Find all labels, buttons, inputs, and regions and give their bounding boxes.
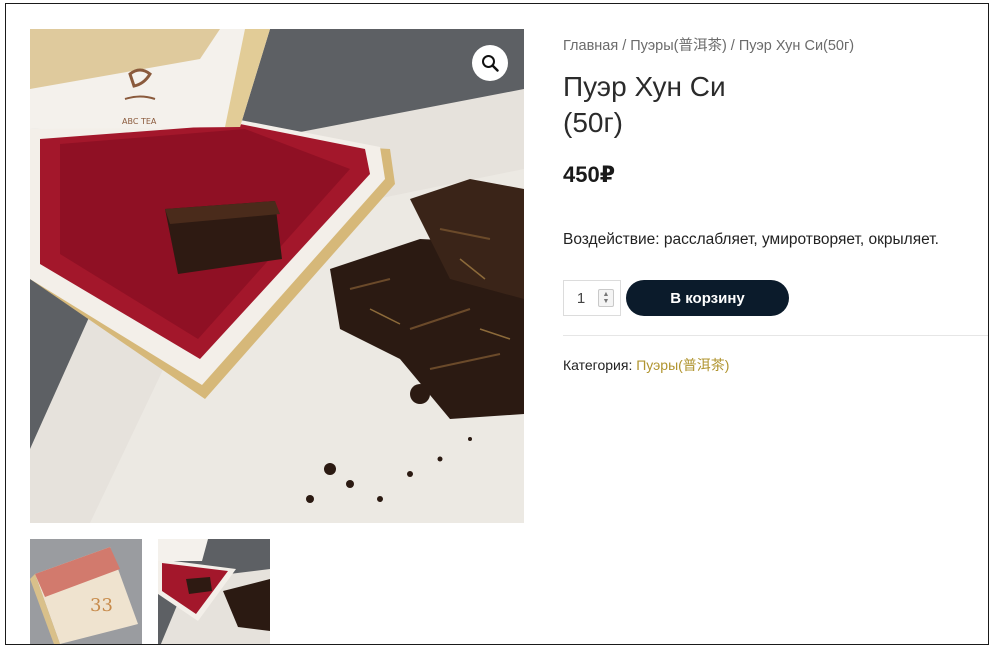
thumbnail-2[interactable] — [158, 539, 270, 644]
svg-text:ABC TEA: ABC TEA — [122, 117, 157, 126]
quantity-value[interactable]: 1 — [564, 290, 598, 307]
svg-text:33: 33 — [90, 595, 113, 616]
breadcrumb-home[interactable]: Главная — [563, 38, 618, 54]
divider — [563, 335, 988, 336]
breadcrumb: Главная / Пуэры(普洱茶) / Пуэр Хун Си(50г) — [563, 34, 854, 55]
zoom-button[interactable] — [472, 45, 508, 81]
thumbnail-photo-box: 33 — [30, 539, 142, 644]
breadcrumb-separator: / — [730, 38, 735, 54]
add-to-cart-button[interactable]: В корзину — [626, 280, 789, 316]
spinner-arrows-icon[interactable]: ▲ ▼ — [598, 289, 614, 307]
product-page: ABC TEA 33 Главная / Пуэры(普洱茶) / Пуэр Х… — [5, 3, 989, 645]
product-description: Воздействие: расслабляет, умиротворяет, … — [563, 231, 939, 248]
product-category-meta: Категория: Пуэры(普洱茶) — [563, 355, 729, 375]
product-main-image[interactable]: ABC TEA — [30, 29, 524, 523]
product-photo: ABC TEA — [30, 29, 524, 523]
category-label: Категория: — [563, 357, 633, 373]
magnifier-icon — [482, 55, 499, 72]
thumbnail-photo-tea — [158, 539, 270, 644]
breadcrumb-current: Пуэр Хун Си(50г) — [738, 38, 855, 54]
category-link[interactable]: Пуэры(普洱茶) — [636, 357, 729, 373]
breadcrumb-category[interactable]: Пуэры(普洱茶) — [630, 38, 727, 54]
breadcrumb-separator: / — [622, 38, 627, 54]
thumbnail-1[interactable]: 33 — [30, 539, 142, 644]
quantity-stepper[interactable]: 1 ▲ ▼ — [563, 280, 621, 316]
product-title: Пуэр Хун Си (50г) — [563, 71, 726, 138]
product-price: 450₽ — [563, 162, 616, 187]
